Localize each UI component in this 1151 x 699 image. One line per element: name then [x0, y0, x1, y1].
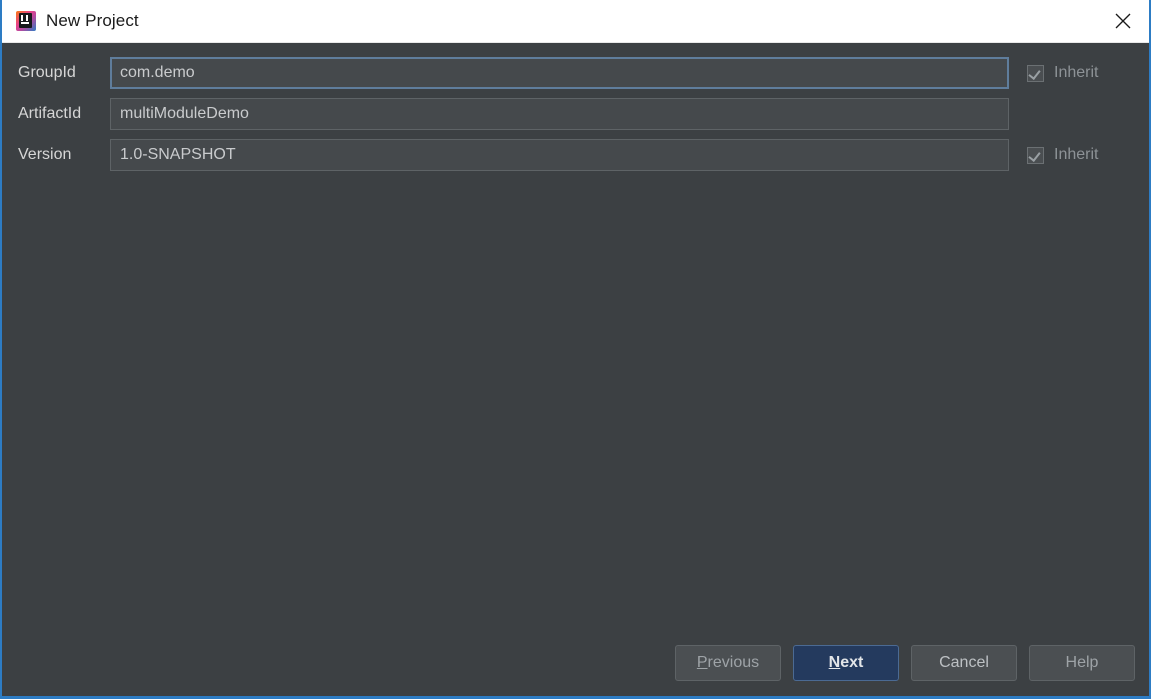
- previous-button[interactable]: Previous: [675, 645, 781, 681]
- cancel-button[interactable]: Cancel: [911, 645, 1017, 681]
- previous-button-label: revious: [707, 654, 760, 671]
- help-button[interactable]: Help: [1029, 645, 1135, 681]
- group-id-inherit-group[interactable]: Inherit: [1009, 64, 1129, 82]
- next-button-mnemonic: N: [828, 654, 841, 671]
- inherit-checkbox[interactable]: [1027, 146, 1044, 164]
- version-inherit-group[interactable]: Inherit: [1009, 146, 1129, 164]
- close-icon: [1115, 13, 1131, 29]
- dialog-footer: Previous Next Cancel Help: [4, 645, 1147, 681]
- artifact-id-label: ArtifactId: [18, 105, 82, 122]
- artifact-id-field[interactable]: [110, 98, 1009, 130]
- intellij-idea-icon: [16, 11, 36, 31]
- inherit-checkbox[interactable]: [1027, 64, 1044, 82]
- maven-coordinates-form: GroupId Inherit ArtifactId Version: [4, 43, 1147, 171]
- dialog-content: GroupId Inherit ArtifactId Version: [4, 43, 1147, 693]
- previous-button-mnemonic: P: [696, 654, 708, 671]
- title-bar: New Project: [2, 0, 1149, 43]
- group-id-label: GroupId: [18, 64, 76, 81]
- window-title: New Project: [46, 11, 139, 30]
- form-row-version: Version Inherit: [18, 139, 1129, 171]
- version-field[interactable]: [110, 139, 1009, 171]
- group-id-field[interactable]: [110, 57, 1009, 89]
- inherit-label: Inherit: [1054, 146, 1099, 163]
- next-button[interactable]: Next: [793, 645, 899, 681]
- version-label: Version: [18, 146, 72, 163]
- close-button[interactable]: [1097, 0, 1149, 42]
- form-row-artifact-id: ArtifactId: [18, 98, 1129, 130]
- new-project-dialog: New Project GroupId Inherit ArtifactId: [0, 0, 1151, 699]
- next-button-label: ext: [840, 654, 864, 671]
- form-row-group-id: GroupId Inherit: [18, 57, 1129, 89]
- inherit-label: Inherit: [1054, 64, 1099, 81]
